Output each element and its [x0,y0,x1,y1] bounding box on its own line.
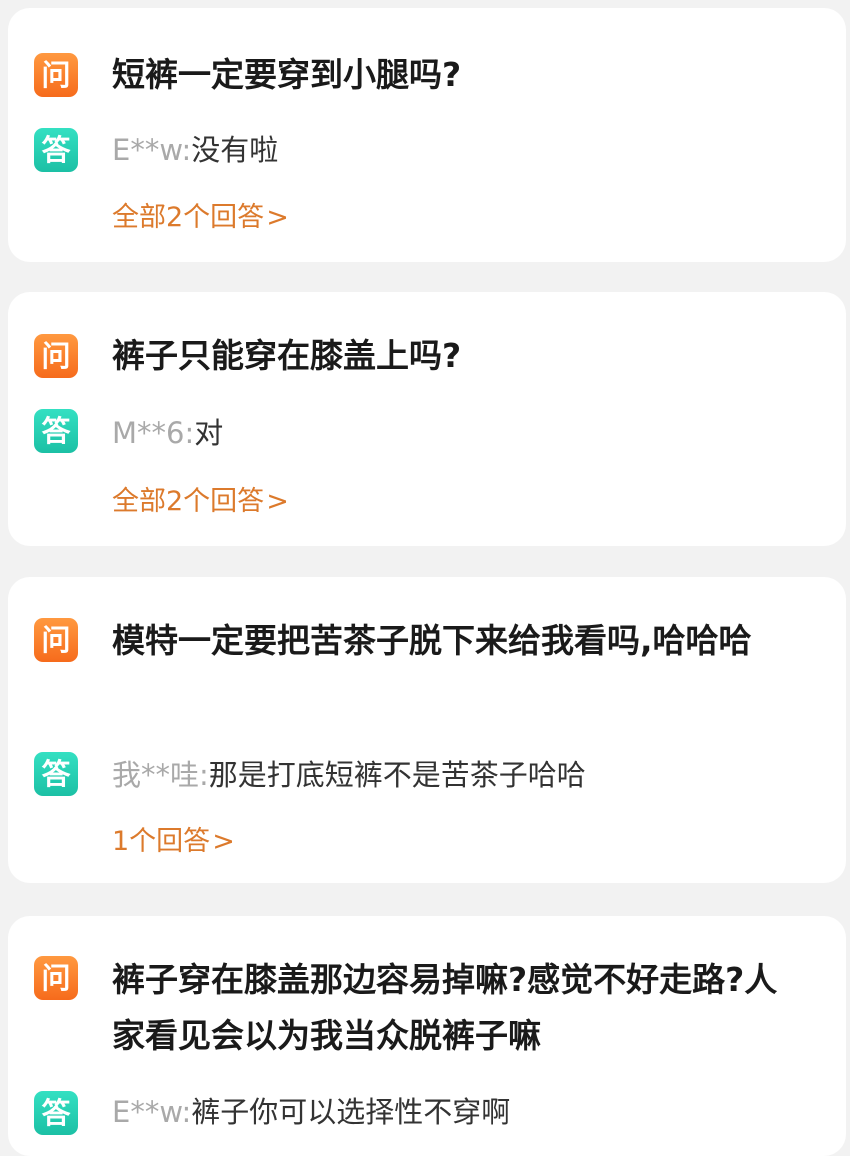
answer-badge-icon: 答 [34,1091,78,1135]
answer-username: 我**哇 [112,758,200,792]
answer-separator: : [181,133,192,167]
chevron-right-icon: > [266,202,289,233]
qa-card[interactable]: 问 短裤一定要穿到小腿吗? 答 E**w:没有啦 全部2个回答> [8,8,846,262]
answer-text: 那是打底短裤不是苦茶子哈哈 [208,758,586,792]
answer-badge-icon: 答 [34,128,78,172]
chevron-right-icon: > [212,826,235,857]
question-text: 短裤一定要穿到小腿吗? [112,55,462,94]
answer-username: M**6 [112,416,185,450]
answer-badge-icon: 答 [34,409,78,453]
answer-badge-icon: 答 [34,752,78,796]
answer-username: E**w [112,1095,182,1129]
view-all-answers-label: 全部2个回答 [112,202,265,233]
question-text: 裤子穿在膝盖那边容易掉嘛?感觉不好走路?人家看见会以为我当众脱裤子嘛 [112,960,778,1055]
answer-text: 裤子你可以选择性不穿啊 [191,1095,511,1129]
qa-card[interactable]: 问 裤子穿在膝盖那边容易掉嘛?感觉不好走路?人家看见会以为我当众脱裤子嘛 答 E… [8,916,846,1156]
qa-card[interactable]: 问 模特一定要把苦茶子脱下来给我看吗,哈哈哈 答 我**哇:那是打底短裤不是苦茶… [8,577,846,883]
view-all-answers-link[interactable]: 全部2个回答> [112,200,289,236]
answer-line: E**w:裤子你可以选择性不穿啊 [112,1092,812,1132]
chevron-right-icon: > [266,486,289,517]
question-badge-icon: 问 [34,334,78,378]
answer-separator: : [181,1095,192,1129]
answer-username: E**w [112,133,182,167]
answer-text: 对 [194,416,224,450]
answer-line: E**w:没有啦 [112,130,812,170]
qa-card[interactable]: 问 裤子只能穿在膝盖上吗? 答 M**6:对 全部2个回答> [8,292,846,546]
answer-line: M**6:对 [112,413,812,453]
view-all-answers-label: 1个回答 [112,826,211,857]
question-badge-icon: 问 [34,956,78,1000]
question-text: 裤子只能穿在膝盖上吗? [112,336,462,375]
answer-line: 我**哇:那是打底短裤不是苦茶子哈哈 [112,755,812,795]
view-all-answers-link[interactable]: 全部2个回答> [112,484,289,520]
answer-separator: : [199,758,209,792]
question-badge-icon: 问 [34,53,78,97]
answer-text: 没有啦 [191,133,279,167]
answer-separator: : [184,416,195,450]
question-text: 模特一定要把苦茶子脱下来给我看吗,哈哈哈 [112,621,752,660]
view-all-answers-link[interactable]: 1个回答> [112,824,235,860]
view-all-answers-label: 全部2个回答 [112,486,265,517]
question-badge-icon: 问 [34,618,78,662]
